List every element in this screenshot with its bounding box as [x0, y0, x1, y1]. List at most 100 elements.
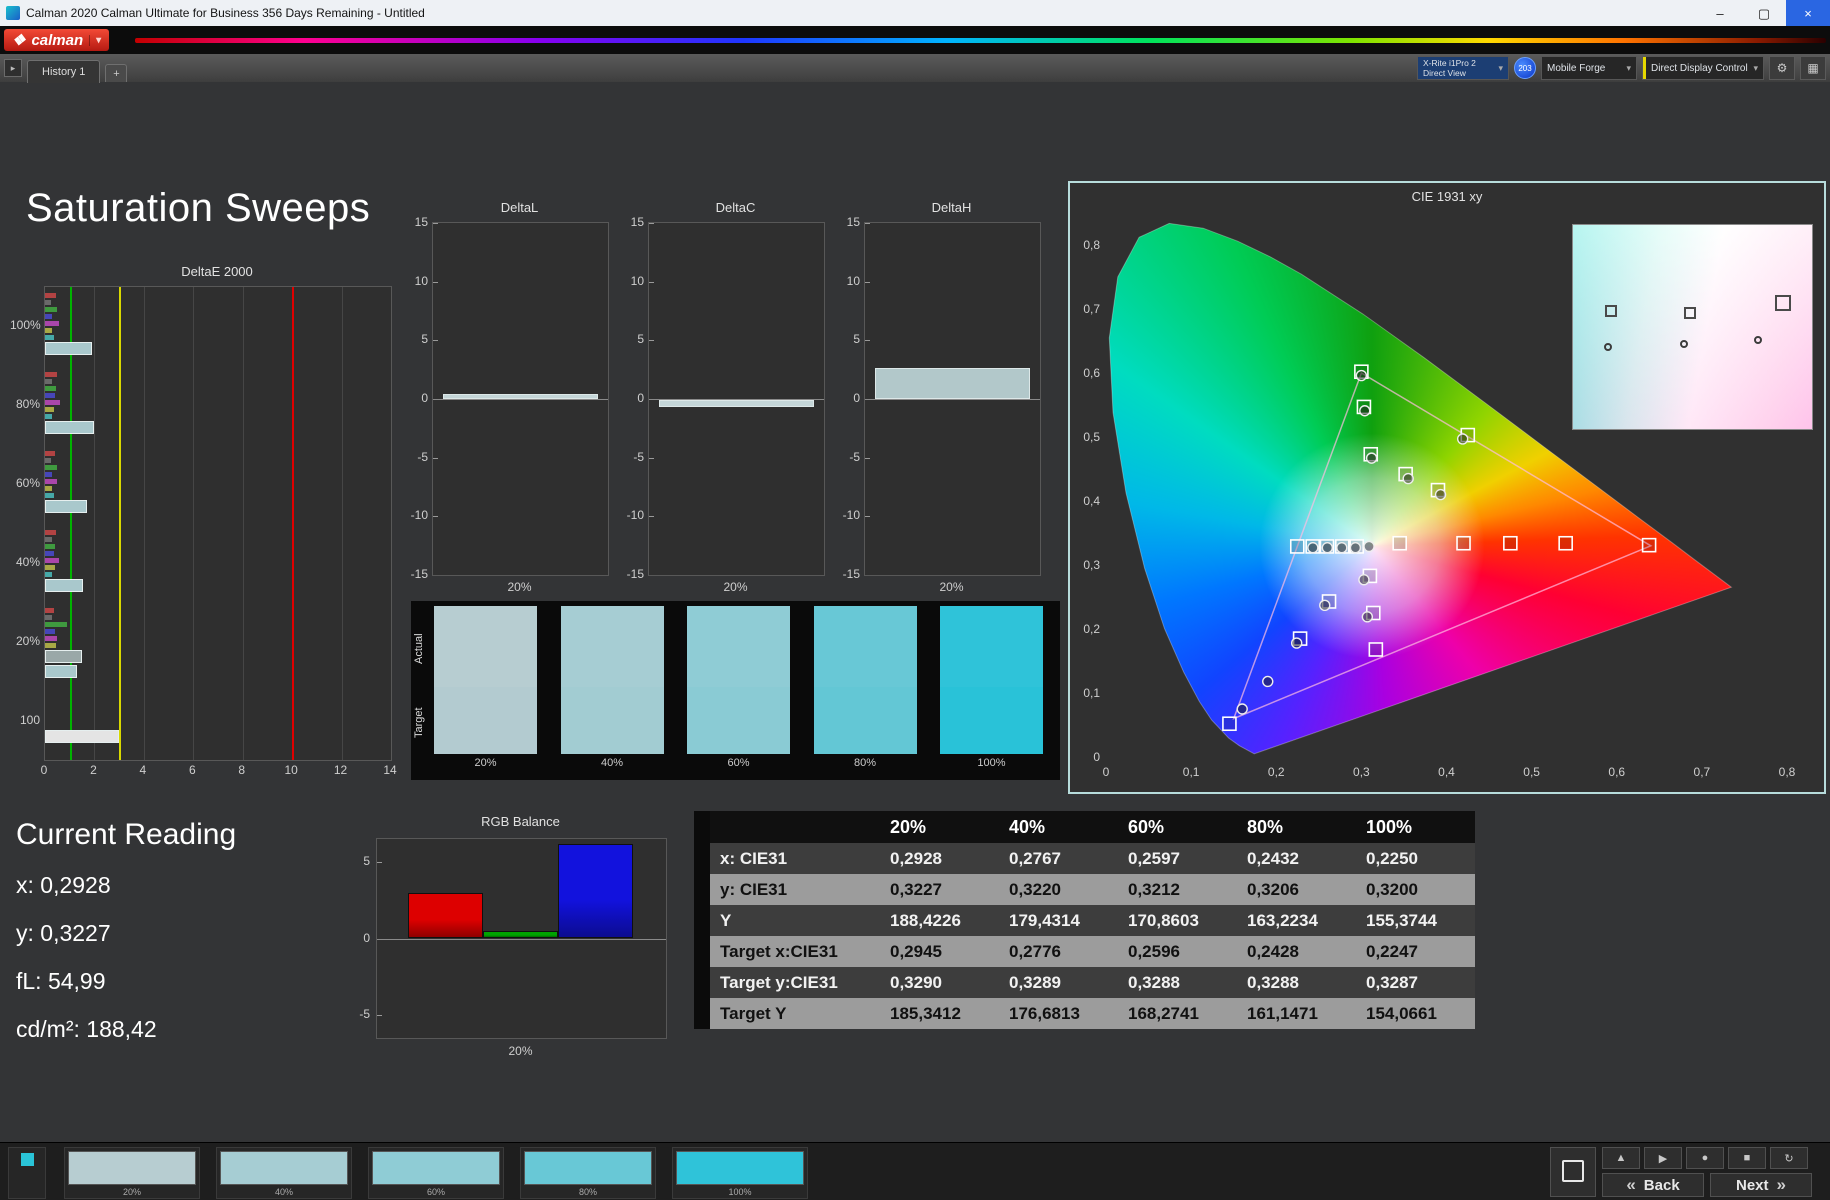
record-icon[interactable]: ● [1686, 1147, 1724, 1169]
y-tick-label: -10 [626, 508, 644, 523]
close-button[interactable]: × [1786, 0, 1830, 26]
table-cell: 0,3287 [1366, 973, 1418, 992]
table-cell: 0,3200 [1366, 880, 1418, 899]
eject-icon[interactable]: ▲ [1602, 1147, 1640, 1169]
minimize-button[interactable]: – [1698, 0, 1742, 26]
thumbnail-swatch [676, 1151, 804, 1185]
delta-bar [443, 394, 598, 399]
pattern-window-button[interactable] [1550, 1147, 1596, 1197]
measured-point-marker [1319, 599, 1331, 612]
tick-mark [649, 281, 654, 283]
layout-grid-button[interactable]: ▦ [1800, 56, 1826, 80]
pattern-thumbnail[interactable]: 60% [368, 1147, 504, 1199]
actual-swatch [940, 606, 1043, 687]
x-tick-label: 0 [40, 763, 48, 777]
settings-gear-button[interactable]: ⚙ [1769, 56, 1795, 80]
chart-title: DeltaE 2000 [181, 264, 253, 279]
actual-row-label: Actual [413, 633, 425, 665]
axis-category-label: 20% [939, 580, 964, 594]
thumbnail-swatch [372, 1151, 500, 1185]
add-tab-button[interactable]: + [105, 64, 128, 82]
deltal-plot [432, 222, 609, 576]
y-tick-label: 15 [630, 215, 644, 229]
pattern-thumbnail[interactable]: 20% [64, 1147, 200, 1199]
refresh-icon[interactable]: ↻ [1770, 1147, 1808, 1169]
tick-mark [433, 457, 438, 459]
pattern-thumbnail[interactable]: 100% [672, 1147, 808, 1199]
meter-line2: Direct View [1423, 68, 1466, 78]
tab-bar: ▸ History 1 + X-Rite i1Pro 2 Direct View… [0, 54, 1830, 83]
swatch-column: 80% [813, 606, 917, 776]
measured-point-marker [1361, 611, 1374, 623]
x-tick-label: 2 [90, 763, 97, 777]
pattern-source-dropdown[interactable]: Mobile Forge ▾ [1541, 56, 1637, 80]
swatch-column: 40% [560, 606, 664, 776]
next-arrows-icon: » [1776, 1175, 1786, 1194]
inset-measured-point [1754, 336, 1763, 345]
y-tick-label: 0,1 [1083, 686, 1100, 700]
table-cell: 0,3227 [890, 880, 942, 899]
target-swatch [560, 687, 664, 754]
deltae-bar [45, 499, 87, 513]
tab-history-1[interactable]: History 1 [27, 59, 101, 83]
y-tick-label: 80% [15, 397, 40, 412]
table-row: Target y:CIE31 0,3290 0,3289 0,3288 0,3288 0,… [694, 967, 1475, 998]
tick-mark [433, 340, 438, 342]
deltae-bar [45, 730, 120, 743]
current-reading-panel: Current Reading x: 0,2928 y: 0,3227 fL: … [16, 818, 236, 1064]
navigation-cluster: ▲ ▶ ● ■ ↻ « Back Next » [1550, 1147, 1820, 1197]
target-square-marker [1641, 537, 1657, 553]
axis-category-label: 20% [507, 580, 532, 594]
table-cell: 170,8603 [1128, 911, 1199, 930]
table-cell: 188,4226 [890, 911, 961, 930]
deltae-bar [45, 615, 53, 621]
axis-category-label: 20% [508, 1044, 533, 1058]
maximize-button[interactable]: ▢ [1742, 0, 1786, 26]
pattern-thumbnail[interactable]: 80% [520, 1147, 656, 1199]
zero-line [433, 399, 608, 400]
deltae-bar [45, 300, 52, 305]
gridline [391, 287, 392, 760]
y-tick-label: 100 [19, 712, 40, 727]
x-tick-label: 0 [1102, 765, 1110, 779]
chart-title: DeltaL [500, 200, 539, 215]
meter-count-badge[interactable]: 203 [1514, 57, 1536, 79]
calman-logo-button[interactable]: ❖ calman ▾ [4, 29, 110, 51]
next-button[interactable]: Next » [1710, 1173, 1812, 1197]
pattern-preview-mini[interactable] [8, 1147, 46, 1199]
target-square-marker [1456, 535, 1471, 551]
inset-target-square [1684, 306, 1697, 319]
display-control-dropdown[interactable]: Direct Display Control ▾ [1642, 56, 1764, 80]
chevron-down-icon: ▾ [1626, 62, 1631, 73]
tick-mark [865, 340, 870, 342]
measured-point-marker [1290, 637, 1303, 649]
x-tick-label: 12 [333, 763, 348, 777]
deltae-bar [45, 464, 58, 470]
y-tick-label: -10 [410, 508, 428, 523]
y-tick-label: -5 [359, 1007, 370, 1022]
history-panel-toggle[interactable]: ▸ [4, 59, 22, 77]
back-button[interactable]: « Back [1602, 1173, 1704, 1197]
y-tick-label: -15 [410, 567, 428, 581]
target-square-marker [1222, 716, 1237, 732]
column-header: 20% [890, 817, 927, 837]
meter-dropdown[interactable]: X-Rite i1Pro 2 Direct View ▾ [1417, 56, 1509, 80]
deltae2000-plot [44, 286, 392, 761]
axis-category-label: 20% [723, 580, 748, 594]
x-tick-label: 0,2 [1267, 765, 1285, 779]
deltae-bar [45, 385, 57, 391]
stop-icon[interactable]: ■ [1728, 1147, 1766, 1169]
x-tick-label: 8 [238, 763, 246, 777]
column-header: 80% [1247, 817, 1284, 837]
measured-point-marker [1349, 542, 1362, 554]
table-cell: 0,2247 [1366, 942, 1418, 961]
row-label: Target x:CIE31 [694, 936, 880, 967]
play-icon[interactable]: ▶ [1644, 1147, 1682, 1169]
pattern-thumbnail[interactable]: 40% [216, 1147, 352, 1199]
y-tick-label: 10 [414, 273, 428, 288]
workflow-toolbar: X-Rite i1Pro 2 Direct View ▾ 203 Mobile … [1417, 56, 1826, 80]
status-stripe [1643, 57, 1646, 79]
deltae-bar [45, 378, 53, 384]
thumbnail-swatch [68, 1151, 196, 1185]
x-tick-label: 0,3 [1353, 765, 1370, 779]
